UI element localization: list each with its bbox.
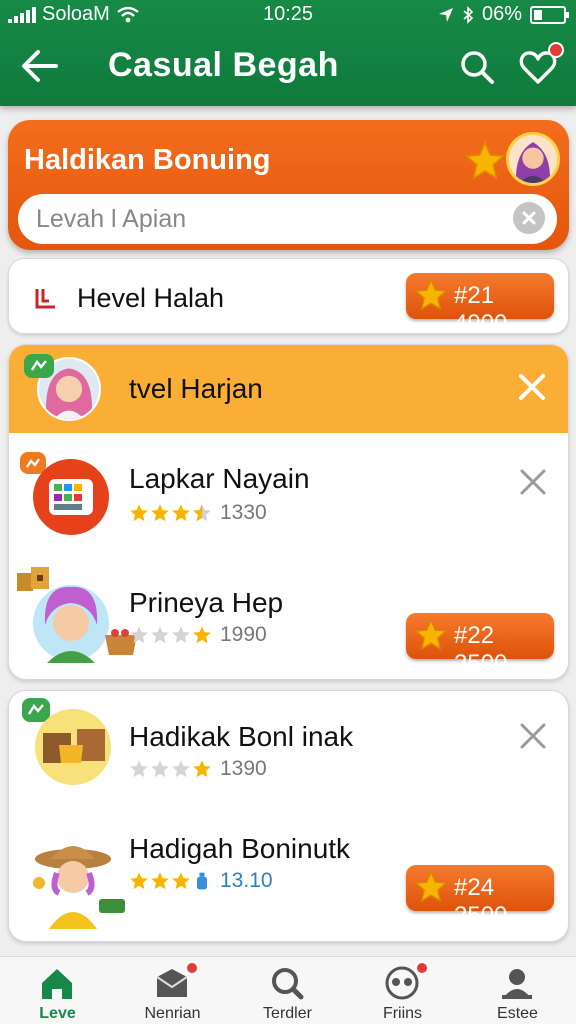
star-icon — [193, 760, 211, 778]
search-icon — [272, 968, 304, 1000]
star-empty-icon — [151, 760, 169, 778]
search-input-value: Levah l Apian — [36, 205, 187, 233]
item-rating: 1390 — [129, 757, 267, 781]
nav-item-search[interactable]: Terdler — [230, 957, 345, 1024]
nav-item-profile[interactable]: Estee — [460, 957, 575, 1024]
score-label: #22 2500 — [454, 622, 508, 677]
header-card: Haldikan Bonuing Levah l Apian — [8, 120, 569, 250]
star-empty-icon — [172, 760, 190, 778]
star-icon — [414, 870, 448, 903]
half-star-icon — [193, 504, 211, 522]
item-name: Prineya Hep — [129, 587, 284, 618]
nav-item-messages[interactable]: Nenrian — [115, 957, 230, 1024]
battery-percent: 06% — [481, 3, 522, 25]
star-icon — [130, 872, 148, 890]
star-icon — [172, 872, 190, 890]
battery-icon — [530, 5, 569, 24]
search-icon[interactable] — [458, 48, 496, 86]
item-rating: 13.10 — [129, 869, 273, 893]
star-icon — [193, 626, 211, 644]
game-badge-icon — [24, 354, 54, 378]
star-rating — [129, 625, 212, 645]
star-icon — [464, 140, 506, 180]
level-icon — [35, 289, 55, 309]
close-icon — [522, 211, 536, 225]
search-input[interactable]: Levah l Apian — [18, 194, 557, 244]
star-empty-icon — [151, 626, 169, 644]
page-title: Casual Begah — [108, 46, 339, 84]
nav-label: Nenrian — [144, 1005, 201, 1022]
user-avatar-icon — [515, 142, 551, 183]
item-rating: 1990 — [129, 623, 267, 647]
score-label: #21 4900 — [454, 282, 508, 337]
back-arrow-icon[interactable] — [20, 48, 60, 84]
notification-badge — [548, 42, 564, 58]
panel-title: tvel Harjan — [129, 373, 263, 404]
location-icon — [438, 7, 453, 22]
rating-value: 1990 — [220, 623, 267, 646]
item-name: Lapkar Nayain — [129, 463, 310, 494]
star-icon — [414, 278, 448, 311]
item-name: Hadigah Boninutk — [129, 833, 351, 864]
panel-header: tvel Harjan — [9, 345, 568, 433]
star-icon — [151, 872, 169, 890]
list-item[interactable]: Lapkar Nayain 1330 — [9, 445, 568, 555]
star-icon — [172, 504, 190, 522]
clear-search-button[interactable] — [513, 202, 545, 234]
score-button[interactable]: #24 2500 — [406, 865, 554, 929]
notification-badge — [415, 961, 429, 975]
rating-value: 13.10 — [220, 869, 273, 892]
nav-label: Terdler — [263, 1005, 312, 1022]
bluetooth-icon — [463, 5, 474, 24]
nav-item-friends[interactable]: Friins — [345, 957, 460, 1024]
rating-value: 1390 — [220, 757, 267, 780]
star-rating — [129, 871, 212, 891]
close-icon[interactable] — [518, 467, 548, 497]
bottle-icon — [197, 872, 207, 890]
star-rating — [129, 503, 212, 523]
star-empty-icon — [130, 760, 148, 778]
home-icon — [42, 969, 72, 999]
item-rating: 1330 — [129, 501, 267, 525]
level-label: Hevel Halah — [77, 283, 225, 313]
star-rating — [129, 759, 212, 779]
character-avatar-icon — [33, 585, 109, 663]
score-label: #24 2500 — [454, 874, 508, 929]
nav-label: Estee — [497, 1005, 538, 1022]
treasure-box-icon — [35, 709, 111, 785]
bonus-panel: Hadikak Bonl inak 1390 Hadigah Boninutk — [8, 690, 569, 942]
score-button[interactable]: #22 2500 — [406, 613, 554, 677]
notification-badge — [185, 961, 199, 975]
nav-label: Friins — [382, 1005, 423, 1022]
star-icon — [151, 504, 169, 522]
header-card-title: Haldikan Bonuing — [24, 144, 271, 176]
explorer-character-icon — [33, 846, 125, 929]
level-row[interactable]: Hevel Halah #21 4900 — [8, 258, 569, 337]
list-item[interactable]: Prineya Hep 1990 #22 2500 — [9, 559, 568, 677]
star-empty-icon — [172, 626, 190, 644]
list-item[interactable]: Hadigah Boninutk 13.10 #24 2500 — [9, 819, 568, 939]
star-empty-icon — [130, 626, 148, 644]
star-icon — [414, 618, 448, 651]
close-icon[interactable] — [516, 371, 548, 403]
level-panel: tvel Harjan Lapkar Nayain 1330 Prineya H… — [8, 344, 569, 680]
star-icon — [130, 504, 148, 522]
nav-label: Leve — [39, 1005, 76, 1022]
status-bar: SoloaM 10:25 06% — [0, 0, 576, 30]
close-icon[interactable] — [518, 721, 548, 751]
avatar[interactable] — [506, 132, 560, 186]
profile-icon — [502, 969, 532, 999]
calculator-app-icon — [33, 459, 109, 535]
item-name: Hadikak Bonl inak — [129, 721, 354, 752]
nav-item-home[interactable]: Leve — [0, 957, 115, 1024]
app-bar: SoloaM 10:25 06% Casual Begah — [0, 0, 576, 106]
bottom-nav: Leve Nenrian Terdler Friins Estee — [0, 956, 576, 1024]
favorites-button[interactable] — [518, 42, 564, 88]
score-button[interactable]: #21 4900 — [406, 273, 554, 337]
rating-value: 1330 — [220, 501, 267, 524]
list-item[interactable]: Hadikak Bonl inak 1390 — [9, 691, 568, 811]
